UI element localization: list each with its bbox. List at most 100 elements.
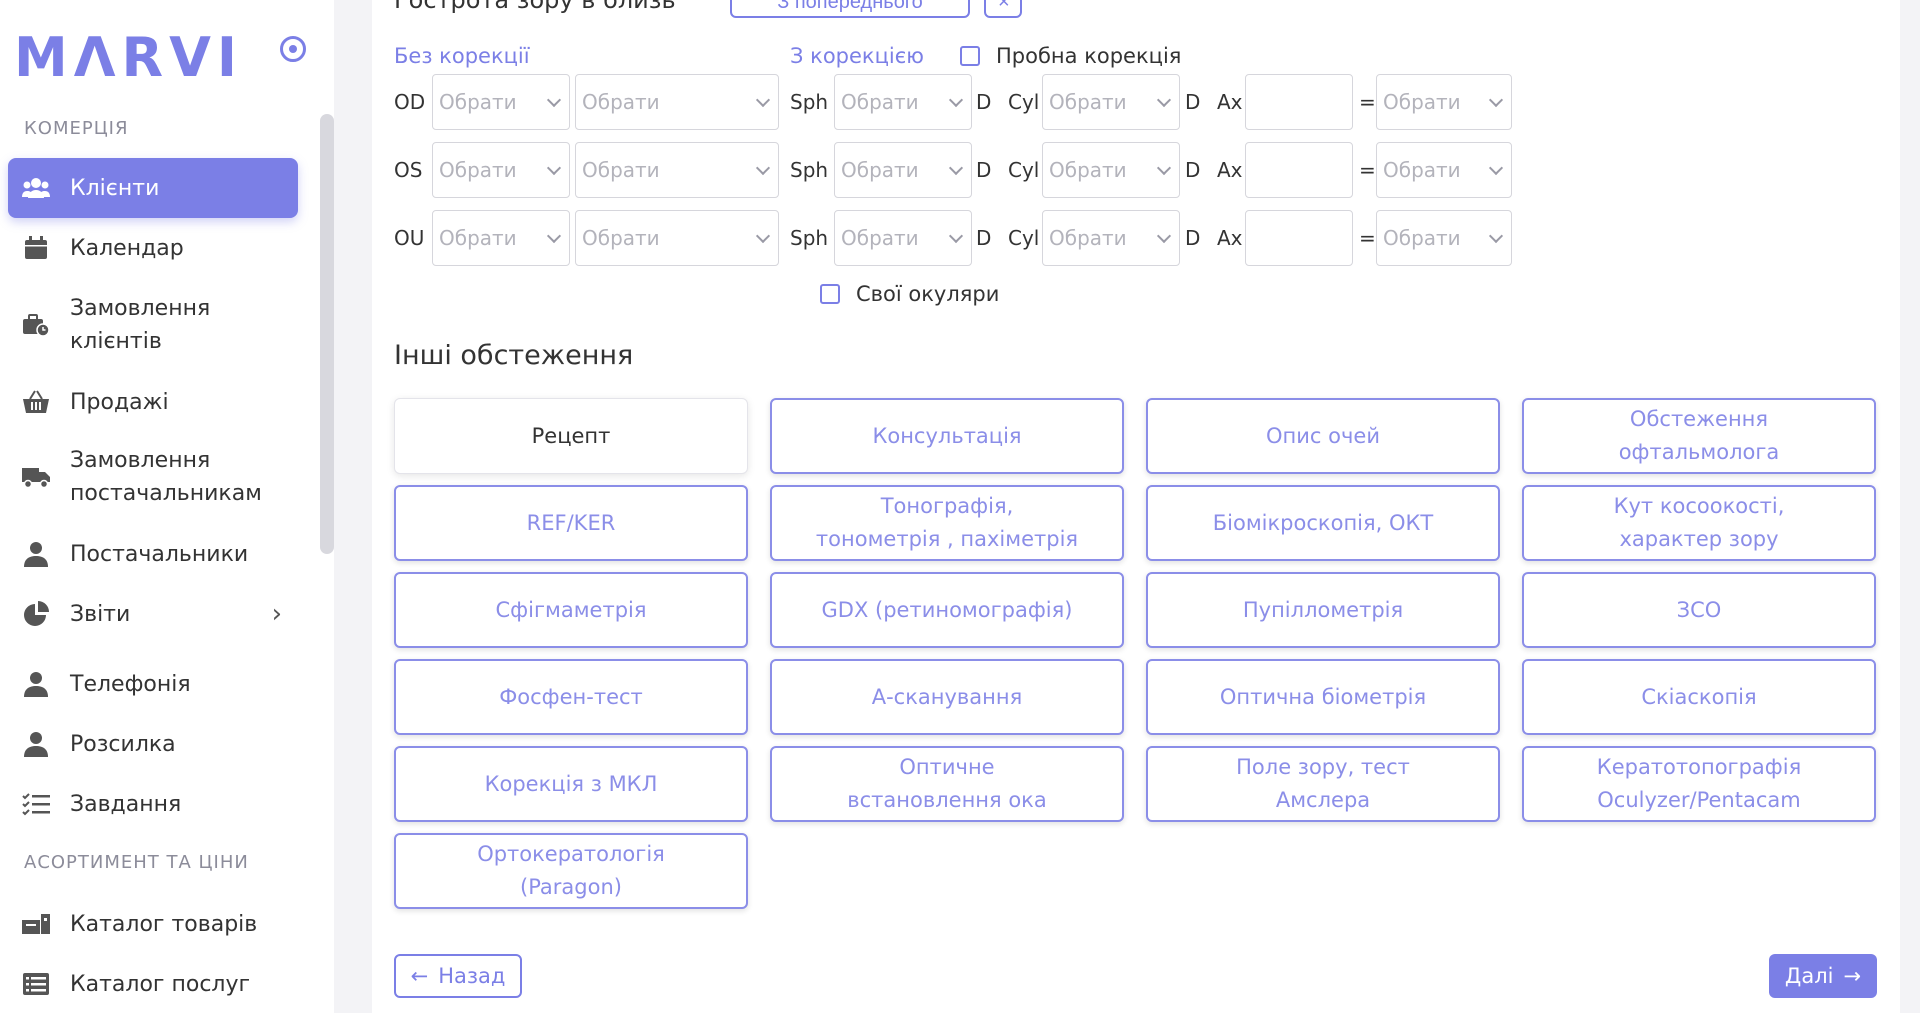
sidebar-item-reports[interactable]: Звіти › xyxy=(8,596,298,632)
exam-button[interactable]: Кут косоокості, характер зору xyxy=(1522,485,1876,561)
calendar-icon xyxy=(22,234,50,262)
exam-button[interactable]: Оптичне встановлення ока xyxy=(770,746,1124,822)
section-label-commerce: КОМЕРЦІЯ xyxy=(24,118,129,139)
sidebar-item-label: Календар xyxy=(70,235,184,261)
marvi-logo[interactable]: MΛRVI xyxy=(14,26,243,89)
os-sph-select[interactable]: Обрати xyxy=(834,142,972,198)
copy-previous-button[interactable]: З попереднього xyxy=(730,0,970,18)
exam-button[interactable]: Фосфен-тест xyxy=(394,659,748,735)
sidebar-item-label: Розсилка xyxy=(70,731,176,757)
sidebar-item-supplier-orders[interactable]: Замовлення постачальникам xyxy=(8,442,298,512)
exam-button[interactable]: Сфігмаметрія xyxy=(394,572,748,648)
od-no-correction-select-1[interactable]: Обрати xyxy=(432,74,570,130)
sidebar-item-telephony[interactable]: Телефонія xyxy=(8,666,298,702)
catalog-icon xyxy=(22,910,50,938)
section-label-assortment: АСОРТИМЕНТ ТА ЦІНИ xyxy=(24,852,249,873)
trial-correction-checkbox[interactable]: Пробна корекція xyxy=(960,44,1181,68)
back-label: Назад xyxy=(438,964,506,988)
cyl-label: Cyl xyxy=(1008,158,1040,182)
cyl-label: Cyl xyxy=(1008,226,1040,250)
row-label-os: OS xyxy=(394,158,423,182)
sidebar-item-label: Телефонія xyxy=(70,671,191,697)
main-panel: Гострота зору в близь З попереднього × Б… xyxy=(372,0,1900,1013)
sidebar-scrollbar[interactable] xyxy=(320,114,334,554)
d-label: D xyxy=(1185,90,1201,114)
exam-button[interactable]: Біомікроскопія, ОКТ xyxy=(1146,485,1500,561)
sidebar-collapse-icon[interactable] xyxy=(280,36,306,62)
sidebar-item-mailing[interactable]: Розсилка xyxy=(8,726,298,762)
visual-acuity-near-title: Гострота зору в близь xyxy=(394,0,676,14)
other-exams-title: Інші обстеження xyxy=(394,340,634,371)
no-correction-label: Без корекції xyxy=(394,44,530,68)
exam-button[interactable]: GDX (ретиномографія) xyxy=(770,572,1124,648)
ax-label: Ax xyxy=(1217,226,1243,250)
od-sph-select[interactable]: Обрати xyxy=(834,74,972,130)
exam-button[interactable]: Пупіллометрія xyxy=(1146,572,1500,648)
ou-cyl-select[interactable]: Обрати xyxy=(1042,210,1180,266)
arrow-right-icon: → xyxy=(1843,964,1862,988)
exam-button[interactable]: Рецепт xyxy=(394,398,748,474)
exam-button[interactable]: Ортокератологія (Paragon) xyxy=(394,833,748,909)
sph-label: Sph xyxy=(790,226,829,250)
sidebar-item-label: Каталог товарів xyxy=(70,911,258,937)
os-result-select[interactable]: Обрати xyxy=(1376,142,1512,198)
ou-no-correction-select-1[interactable]: Обрати xyxy=(432,210,570,266)
chevron-right-icon: › xyxy=(271,598,282,629)
od-no-correction-select-2[interactable]: Обрати xyxy=(575,74,779,130)
checkbox-box xyxy=(820,284,840,304)
ou-ax-input[interactable] xyxy=(1245,210,1353,266)
sidebar-item-suppliers[interactable]: Постачальники xyxy=(8,536,298,572)
d-label: D xyxy=(976,90,992,114)
sidebar-item-service-catalog[interactable]: Каталог послуг xyxy=(8,966,298,1002)
ou-no-correction-select-2[interactable]: Обрати xyxy=(575,210,779,266)
od-cyl-select[interactable]: Обрати xyxy=(1042,74,1180,130)
list-icon xyxy=(22,970,50,998)
basket-icon xyxy=(22,388,50,416)
sidebar-item-tasks[interactable]: Завдання xyxy=(8,786,298,822)
checkbox-box xyxy=(960,46,980,66)
sidebar-item-calendar[interactable]: Календар xyxy=(8,230,298,266)
next-label: Далі xyxy=(1784,964,1834,988)
sph-label: Sph xyxy=(790,90,829,114)
od-result-select[interactable]: Обрати xyxy=(1376,74,1512,130)
os-no-correction-select-2[interactable]: Обрати xyxy=(575,142,779,198)
sph-label: Sph xyxy=(790,158,829,182)
ou-result-select[interactable]: Обрати xyxy=(1376,210,1512,266)
sidebar-item-label: Завдання xyxy=(70,791,182,817)
task-list-icon xyxy=(22,790,50,818)
exam-button[interactable]: ЗСО xyxy=(1522,572,1876,648)
close-button[interactable]: × xyxy=(984,0,1022,18)
equals-label: = xyxy=(1359,226,1376,250)
sidebar-item-label: Замовлення клієнтів xyxy=(70,296,211,354)
exam-button[interactable]: Консультація xyxy=(770,398,1124,474)
trial-correction-label: Пробна корекція xyxy=(996,44,1182,68)
exam-button[interactable]: Корекція з МКЛ xyxy=(394,746,748,822)
os-ax-input[interactable] xyxy=(1245,142,1353,198)
sidebar-item-product-catalog[interactable]: Каталог товарів xyxy=(8,906,298,942)
own-glasses-checkbox[interactable]: Свої окуляри xyxy=(820,282,999,306)
cyl-label: Cyl xyxy=(1008,90,1040,114)
next-button[interactable]: Далі → xyxy=(1769,954,1877,998)
exam-button[interactable]: REF/KER xyxy=(394,485,748,561)
od-ax-input[interactable] xyxy=(1245,74,1353,130)
sidebar-item-label: Звіти xyxy=(70,601,131,627)
exam-button[interactable]: Опис очей xyxy=(1146,398,1500,474)
exam-button[interactable]: Обстеження офтальмолога xyxy=(1522,398,1876,474)
sidebar-item-client-orders[interactable]: Замовлення клієнтів xyxy=(8,290,298,360)
back-button[interactable]: ← Назад xyxy=(394,954,522,998)
ou-sph-select[interactable]: Обрати xyxy=(834,210,972,266)
equals-label: = xyxy=(1359,158,1376,182)
exam-button[interactable]: Тонографія, тонометрія , пахіметрія xyxy=(770,485,1124,561)
equals-label: = xyxy=(1359,90,1376,114)
exam-button[interactable]: Поле зору, тест Амслера xyxy=(1146,746,1500,822)
exam-button[interactable]: Оптична біометрія xyxy=(1146,659,1500,735)
person-icon xyxy=(22,540,50,568)
os-cyl-select[interactable]: Обрати xyxy=(1042,142,1180,198)
exam-button[interactable]: Кератотопографія Oculyzer/Pentacam xyxy=(1522,746,1876,822)
sidebar-item-sales[interactable]: Продажі xyxy=(8,384,298,420)
row-label-od: OD xyxy=(394,90,426,114)
os-no-correction-select-1[interactable]: Обрати xyxy=(432,142,570,198)
sidebar-item-clients[interactable]: Клієнти xyxy=(8,158,298,218)
exam-button[interactable]: Скіаскопія xyxy=(1522,659,1876,735)
exam-button[interactable]: А-сканування xyxy=(770,659,1124,735)
